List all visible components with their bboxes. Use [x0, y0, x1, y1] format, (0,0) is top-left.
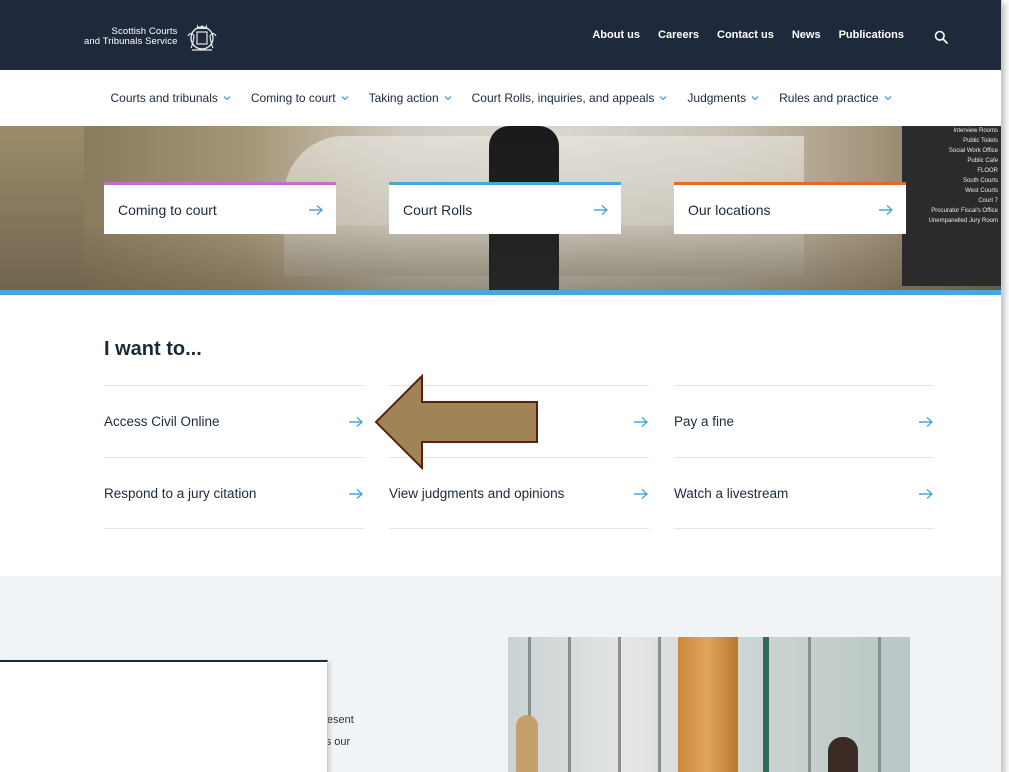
chevron-down-icon	[659, 96, 667, 101]
sign-line: Public Toilets	[963, 138, 998, 144]
sign-line: Unempanelled Jury Room	[928, 218, 998, 224]
wooden-pillar	[678, 637, 738, 772]
main-nav: Courts and tribunals Coming to court Tak…	[0, 70, 1001, 126]
arrow-right-icon	[594, 204, 609, 215]
card-court-rolls[interactable]: Court Rolls	[389, 182, 621, 234]
direction-sign: Interview Rooms Public Toilets Social Wo…	[902, 126, 1001, 286]
nav-news[interactable]: News	[792, 29, 821, 41]
hero-accent-line	[84, 290, 1001, 295]
main-nav-courts-and-tribunals[interactable]: Courts and tribunals	[111, 91, 231, 105]
link-label: Access Civil Online	[104, 414, 220, 429]
chevron-down-icon	[884, 96, 891, 101]
annotation-arrow-left-icon	[374, 373, 538, 471]
card-label: Coming to court	[118, 201, 217, 218]
main-nav-taking-action[interactable]: Taking action	[369, 91, 452, 105]
arrow-right-icon	[634, 488, 649, 499]
section-title-i-want-to: I want to...	[104, 338, 202, 360]
divider	[389, 528, 649, 529]
utility-nav: About us Careers Contact us News Publica…	[592, 0, 904, 70]
main-nav-label: Court Rolls, inquiries, and appeals	[471, 91, 655, 105]
sign-line: Interview Rooms	[953, 128, 998, 134]
divider	[104, 528, 364, 529]
site-header: Scottish Courts and Tribunals Service Ab…	[0, 0, 1001, 70]
link-label: View judgments and opinions	[389, 486, 565, 501]
arrow-right-icon	[919, 416, 934, 427]
sign-line: Procurator Fiscal's Office	[931, 208, 998, 214]
site-logo[interactable]: Scottish Courts and Tribunals Service	[84, 18, 221, 56]
link-watch-a-livestream[interactable]: Watch a livestream	[674, 457, 934, 529]
main-nav-label: Coming to court	[250, 91, 336, 105]
link-label: Watch a livestream	[674, 486, 789, 501]
sign-line: FLOOR	[977, 168, 998, 174]
arrow-right-icon	[634, 416, 649, 427]
arrow-right-icon	[349, 416, 364, 427]
main-nav-label: Courts and tribunals	[110, 91, 218, 105]
card-coming-to-court[interactable]: Coming to court	[104, 182, 336, 234]
divider	[674, 528, 934, 529]
arrow-right-icon	[309, 204, 324, 215]
window-frame	[808, 637, 811, 772]
main-nav-rules-and-practice[interactable]: Rules and practice	[779, 91, 891, 105]
window-frame	[658, 637, 661, 772]
hero-accent-line	[0, 290, 84, 295]
chevron-down-icon	[223, 96, 231, 101]
arrow-right-icon	[919, 488, 934, 499]
chevron-down-icon	[751, 96, 759, 101]
main-nav-label: Rules and practice	[779, 91, 879, 105]
sign-line: South Courts	[962, 178, 998, 184]
card-our-locations[interactable]: Our locations	[674, 182, 906, 234]
sign-line: Public Cafe	[967, 158, 998, 164]
window-frame	[878, 637, 881, 772]
window-frame	[568, 637, 571, 772]
browser-page: Scottish Courts and Tribunals Service Ab…	[0, 0, 1002, 772]
nav-publications[interactable]: Publications	[839, 29, 904, 41]
person-figure	[828, 737, 858, 772]
door-frame	[763, 637, 769, 772]
feature-photo	[508, 637, 910, 772]
main-nav-judgments[interactable]: Judgments	[687, 91, 759, 105]
sign-line: West Courts	[965, 188, 998, 194]
sign-line: Court 7	[978, 198, 998, 204]
person-figure	[516, 715, 538, 772]
window-frame	[618, 637, 621, 772]
link-label: Pay a fine	[674, 414, 735, 429]
overlay-panel	[0, 660, 328, 772]
main-nav-coming-to-court[interactable]: Coming to court	[251, 91, 349, 105]
link-label: Respond to a jury citation	[104, 486, 257, 501]
hero-image-left-edge	[0, 126, 84, 295]
sign-line: Social Work Office	[948, 148, 998, 154]
nav-careers[interactable]: Careers	[658, 29, 699, 41]
main-nav-court-rolls[interactable]: Court Rolls, inquiries, and appeals	[472, 91, 668, 105]
card-label: Court Rolls	[403, 201, 473, 218]
search-icon[interactable]	[934, 30, 948, 44]
logo-line-2: and Tribunals Service	[84, 36, 178, 47]
main-nav-label: Judgments	[687, 91, 747, 105]
link-pay-a-fine[interactable]: Pay a fine	[674, 385, 934, 457]
card-label: Our locations	[688, 201, 771, 218]
chevron-down-icon	[444, 96, 452, 101]
link-access-civil-online[interactable]: Access Civil Online	[104, 385, 364, 457]
royal-crest-icon	[187, 24, 217, 51]
link-respond-to-jury-citation[interactable]: Respond to a jury citation	[104, 457, 364, 529]
logo-text: Scottish Courts and Tribunals Service	[84, 27, 177, 47]
nav-contact-us[interactable]: Contact us	[717, 29, 774, 41]
nav-about-us[interactable]: About us	[592, 29, 640, 41]
arrow-right-icon	[349, 488, 364, 499]
chevron-down-icon	[341, 96, 349, 101]
main-nav-label: Taking action	[368, 91, 439, 105]
arrow-right-icon	[879, 204, 894, 215]
